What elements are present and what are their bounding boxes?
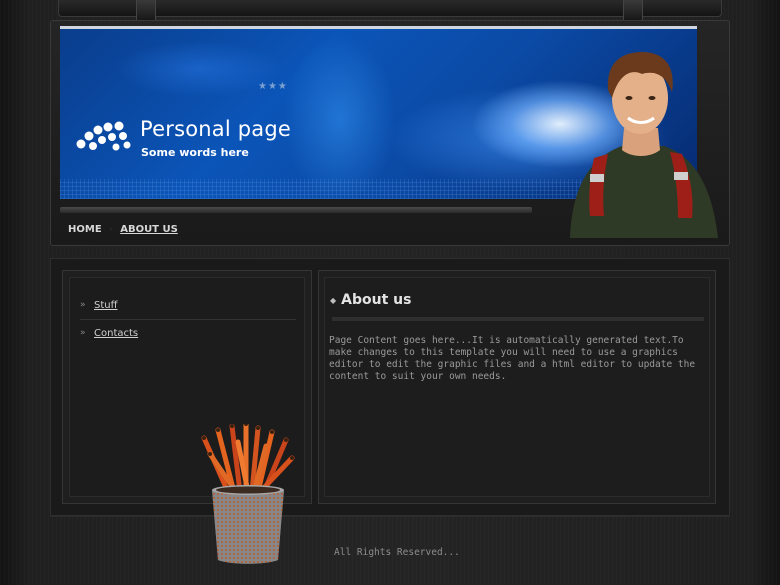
main-nav: HOME · ABOUT US — [60, 216, 186, 242]
page-title-text: About us — [341, 292, 412, 308]
page: ★★★ Personal page Some words here HOME ·… — [0, 0, 780, 585]
page-title: ◆ About us — [330, 292, 411, 308]
pencil-cup-image — [201, 424, 295, 564]
sidebar-divider — [80, 319, 296, 320]
dots-logo-icon — [76, 121, 131, 151]
sidebar-item-contacts[interactable]: » Contacts — [80, 322, 296, 344]
site-title: Personal page — [140, 117, 291, 141]
main-inner-panel — [324, 277, 710, 497]
header-photo — [570, 52, 718, 238]
double-chevron-right-icon: » — [80, 300, 86, 310]
sidebar-item-label[interactable]: Stuff — [94, 300, 118, 311]
footer-divider — [50, 516, 730, 517]
title-rule — [332, 317, 704, 321]
site-subtitle: Some words here — [141, 146, 249, 159]
sidebar-item-stuff[interactable]: » Stuff — [80, 294, 296, 316]
stars-decoration: ★★★ — [258, 81, 288, 92]
footer-copyright: All Rights Reserved... — [334, 547, 460, 558]
nav-home-link[interactable]: HOME — [60, 224, 110, 235]
hinge-decoration-left — [136, 0, 156, 22]
hinge-decoration-right — [623, 0, 643, 22]
sidebar-item-label[interactable]: Contacts — [94, 328, 138, 339]
nav-about-us-link[interactable]: ABOUT US — [112, 224, 186, 235]
nav-groove — [60, 207, 532, 213]
double-chevron-right-icon: » — [80, 328, 86, 338]
page-body-text: Page Content goes here...It is automatic… — [329, 335, 696, 382]
diamond-bullet-icon: ◆ — [330, 295, 337, 305]
